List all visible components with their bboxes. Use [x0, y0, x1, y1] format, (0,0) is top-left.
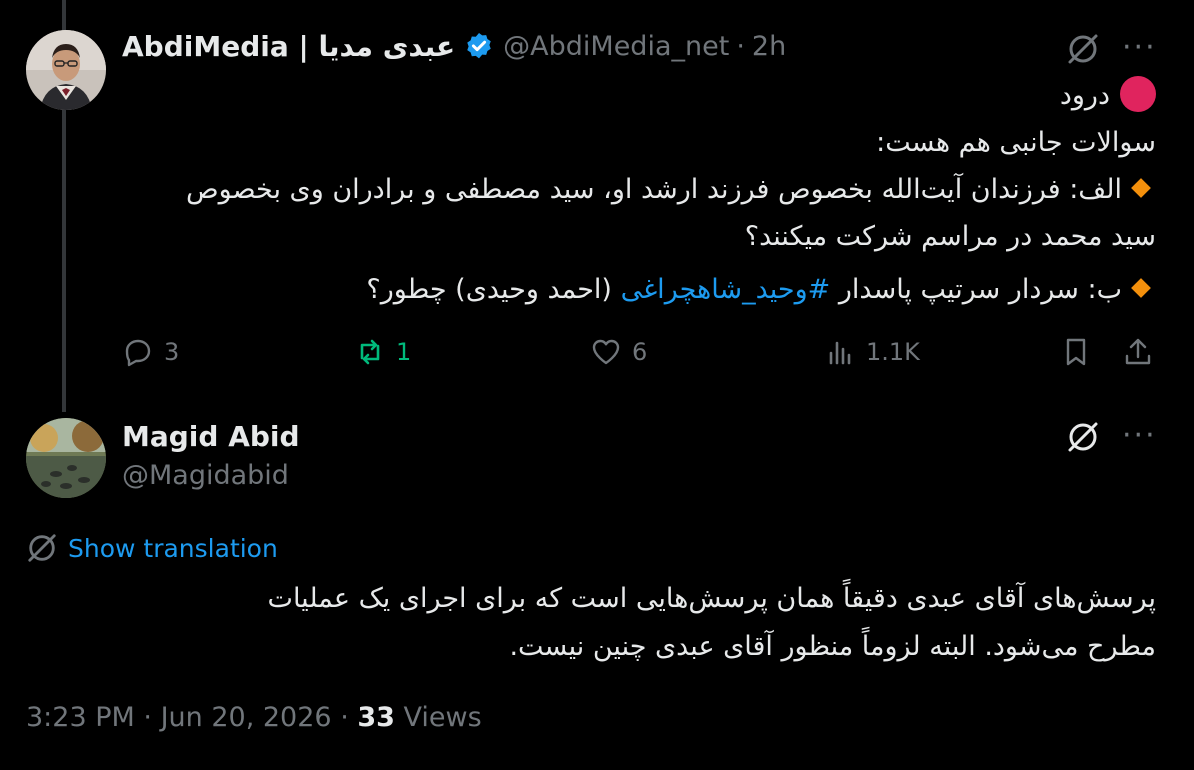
- views-label: Views: [403, 702, 482, 733]
- tweet-time[interactable]: 2h: [752, 31, 786, 62]
- reply-icon: [125, 339, 151, 367]
- user-handle[interactable]: @AbdiMedia_net: [503, 31, 729, 62]
- views-count: 1.1K: [866, 338, 920, 366]
- avatar-magidabid[interactable]: [26, 418, 106, 498]
- bookmark-button[interactable]: [1060, 336, 1092, 368]
- grok-icon[interactable]: [1066, 420, 1100, 458]
- show-translation-link[interactable]: Show translation: [26, 532, 278, 564]
- repost-button[interactable]: 1: [354, 336, 411, 368]
- parent-tweet-body: درود سوالات جانبی هم هست: الف: فرزندان آ…: [186, 72, 1156, 313]
- parent-tweet-actions: 3 1 6 1.1K: [118, 330, 1158, 376]
- item-a-line1: الف: فرزندان آیت‌الله بخصوص فرزند ارشد ا…: [186, 166, 1156, 213]
- grok-icon: [28, 534, 56, 562]
- avatar-abdimedia[interactable]: [26, 30, 106, 110]
- item-b-line: ب: سردار سرتیپ پاسدار #وحید_شاهچراغی (اح…: [186, 266, 1156, 313]
- tweet-metadata: 3:23 PM · Jun 20, 2026 · 33 Views: [26, 702, 482, 733]
- heart-icon: [592, 339, 620, 365]
- reply-line-2: مطرح می‌شود. البته لزوماً منظور آقای عبد…: [509, 631, 1156, 662]
- separator-dot: ·: [340, 702, 349, 733]
- tweet-date[interactable]: Jun 20, 2026: [161, 702, 332, 733]
- reply-handle-row: @Magidabid: [122, 460, 289, 491]
- parent-tweet-header: AbdiMedia | عبدی مدیا @AbdiMedia_net · 2…: [122, 30, 786, 63]
- views-button[interactable]: 1.1K: [824, 336, 920, 368]
- reply-button[interactable]: 3: [122, 336, 179, 368]
- greeting-line: درود: [186, 72, 1156, 119]
- more-horizontal-icon[interactable]: ···: [1122, 33, 1157, 63]
- display-name[interactable]: Magid Abid: [122, 420, 300, 453]
- like-count: 6: [632, 338, 648, 366]
- tweet-thread: AbdiMedia | عبدی مدیا @AbdiMedia_net · 2…: [0, 0, 1194, 770]
- like-button[interactable]: 6: [590, 336, 647, 368]
- intro-line: سوالات جانبی هم هست:: [876, 127, 1156, 158]
- hashtag-link[interactable]: #وحید_شاهچراغی: [621, 274, 831, 305]
- repost-count: 1: [396, 338, 412, 366]
- analytics-icon: [829, 341, 851, 365]
- reply-count: 3: [164, 338, 180, 366]
- verified-badge-icon: [463, 31, 495, 63]
- reply-line-1: پرسش‌های آقای عبدی دقیقاً همان پرسش‌هایی…: [267, 583, 1156, 614]
- views-count: 33: [357, 702, 395, 733]
- orange-diamond-icon: [1131, 177, 1151, 198]
- bookmark-icon: [1066, 338, 1086, 366]
- orange-diamond-icon: [1131, 277, 1151, 298]
- repost-icon: [360, 339, 380, 365]
- user-handle[interactable]: @Magidabid: [122, 460, 289, 491]
- tweet-time[interactable]: 3:23 PM: [26, 702, 135, 733]
- more-horizontal-icon[interactable]: ···: [1122, 421, 1157, 451]
- reply-tweet-body: پرسش‌های آقای عبدی دقیقاً همان پرسش‌هایی…: [268, 575, 1156, 671]
- share-icon: [1125, 338, 1151, 365]
- item-a-line2: سید محمد در مراسم شرکت میکنند؟: [744, 221, 1156, 252]
- display-name[interactable]: AbdiMedia | عبدی مدیا: [122, 30, 455, 63]
- show-translation-label[interactable]: Show translation: [68, 534, 278, 563]
- share-button[interactable]: [1122, 336, 1154, 368]
- reply-name-row: Magid Abid: [122, 420, 300, 453]
- red-circle-emoji: [1120, 75, 1156, 112]
- grok-icon[interactable]: [1066, 32, 1100, 70]
- separator-dot: ·: [736, 31, 745, 62]
- separator-dot: ·: [143, 702, 152, 733]
